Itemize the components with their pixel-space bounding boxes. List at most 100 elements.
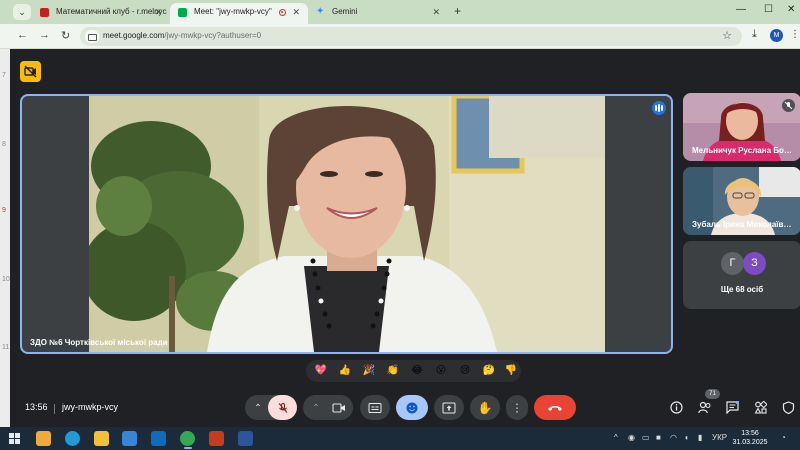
participant-video [89, 96, 605, 352]
heart-reaction[interactable]: 💖 [314, 364, 328, 378]
screen: ⌄ Математичний клуб - r.melnyc ✕ Meet: "… [0, 0, 800, 450]
windows-start-icon[interactable] [9, 433, 20, 444]
new-tab-button[interactable]: + [454, 4, 461, 18]
chevron-up-icon[interactable]: ^ [614, 433, 618, 442]
url-path: /jwy-mwkp-vcy?authuser=0 [164, 31, 262, 40]
leave-call-button[interactable] [534, 395, 576, 420]
chat-icon[interactable] [726, 401, 739, 414]
url-text: meet.google.com/jwy-mwkp-vcy?authuser=0 [103, 31, 261, 40]
minimize-button[interactable]: — [736, 4, 746, 15]
speaker-icon[interactable]: ◖ [684, 433, 689, 442]
windows-taskbar: ^ ◉ ▭ ■ ◠ ◖ ▮ УКР 13:56 31.03.2025 ◔ [0, 427, 800, 450]
chrome-icon[interactable] [180, 431, 195, 446]
present-button[interactable] [434, 395, 464, 420]
word-icon[interactable] [238, 431, 253, 446]
edge-icon[interactable] [65, 431, 80, 446]
participant-tile[interactable]: Мельничук Руслана Бо… [683, 93, 800, 161]
bookmark-star-icon[interactable]: ☆ [722, 29, 732, 42]
meet-icon [178, 8, 187, 17]
browser-toolbar: ← → ↻ meet.google.com/jwy-mwkp-vcy?authu… [0, 24, 800, 49]
captions-button[interactable] [360, 395, 390, 420]
warning-button[interactable] [20, 61, 41, 82]
tab-math-club[interactable]: Математичний клуб - r.melnyc ✕ [32, 3, 170, 24]
chevron-up-icon[interactable]: ⌃ [254, 402, 262, 413]
browser-menu-icon[interactable]: ⋮ [790, 29, 800, 40]
main-video-tile[interactable]: ЗДО №6 Чортківської міської ради [20, 94, 673, 354]
camera-button[interactable] [325, 395, 353, 420]
tray-app-icon[interactable]: ◉ [628, 433, 635, 442]
browser-tab-strip: ⌄ Математичний клуб - r.melnyc ✕ Meet: "… [0, 0, 800, 24]
captions-icon [368, 402, 382, 413]
system-clock[interactable]: 13:56 31.03.2025 [730, 429, 770, 447]
language-indicator[interactable]: УКР [712, 433, 727, 442]
clock-date: 31.03.2025 [732, 439, 768, 446]
chevron-up-icon[interactable]: ⌃ [312, 402, 320, 413]
tab-label: Gemini [332, 7, 358, 16]
party-reaction[interactable]: 🎉 [362, 364, 376, 378]
address-bar[interactable]: meet.google.com/jwy-mwkp-vcy?authuser=0 … [80, 27, 742, 46]
wifi-icon[interactable]: ◠ [670, 433, 677, 442]
file-explorer-icon[interactable] [94, 431, 109, 446]
line-number: 10 [2, 276, 10, 283]
camera-in-use-icon[interactable]: ■ [656, 433, 661, 442]
present-screen-icon [442, 402, 456, 413]
close-window-button[interactable]: ✕ [787, 4, 795, 15]
tab-gemini[interactable]: ✦ Gemini ✕ [308, 3, 448, 24]
clap-reaction[interactable]: 👏 [386, 364, 400, 378]
tab-label: Математичний клуб - r.melnyc [56, 7, 167, 16]
powerpoint-icon[interactable] [209, 431, 224, 446]
speaker-video-image [89, 96, 605, 352]
camera-icon [332, 402, 345, 413]
raise-hand-button[interactable]: ✋ [470, 395, 500, 420]
forward-button[interactable]: → [39, 29, 50, 41]
close-icon[interactable]: ✕ [432, 3, 440, 21]
maximize-button[interactable]: ☐ [764, 4, 773, 15]
battery-icon[interactable]: ▭ [642, 433, 650, 442]
thumbs-up-reaction[interactable]: 👍 [338, 364, 352, 378]
surprised-reaction[interactable]: 😮 [434, 364, 448, 378]
mic-icon[interactable]: ▮ [698, 433, 702, 442]
reload-button[interactable]: ↻ [61, 29, 70, 42]
download-icon[interactable]: ⤓ [752, 28, 757, 41]
camera-control-group: ⌃ [303, 395, 353, 420]
speaking-indicator-icon [652, 101, 666, 115]
activities-icon[interactable] [754, 401, 767, 414]
camera-off-icon [24, 65, 37, 78]
site-info-icon[interactable] [85, 30, 99, 43]
meeting-clock: 13:56 [25, 402, 48, 412]
outlook-icon[interactable] [151, 431, 166, 446]
participant-tile[interactable]: Зубаль Ірина Миколаїв… [683, 167, 800, 235]
notifications-bell-icon[interactable]: ◔ [781, 433, 786, 442]
others-tile[interactable]: Г З Ще 68 осіб [683, 241, 800, 309]
smiley-icon [406, 402, 418, 413]
tab-label: Meet: "jwy-mwkp-vcy" [194, 7, 272, 16]
reactions-bar: 💖 👍 🎉 👏 😂 😮 😢 🤔 👎 [306, 360, 521, 382]
close-icon[interactable]: ✕ [292, 3, 300, 21]
gemini-icon: ✦ [316, 6, 325, 17]
recording-indicator-icon [279, 9, 286, 16]
url-host: meet.google.com [103, 31, 165, 40]
mic-control-group: ⌃ [245, 395, 297, 420]
more-options-button[interactable]: ⋮ [506, 395, 528, 420]
laugh-reaction[interactable]: 😂 [410, 364, 424, 378]
host-controls-icon[interactable] [782, 401, 795, 414]
line-number: 11 [2, 344, 10, 351]
microsoft-store-icon[interactable] [122, 431, 137, 446]
sad-reaction[interactable]: 😢 [458, 364, 472, 378]
profile-avatar[interactable]: M [770, 29, 783, 42]
close-icon[interactable]: ✕ [154, 3, 162, 21]
mic-button[interactable] [268, 395, 297, 420]
mic-off-icon [782, 99, 795, 112]
line-number: 9 [2, 207, 6, 214]
reactions-button[interactable] [396, 395, 428, 420]
thumbs-down-reaction[interactable]: 👎 [504, 364, 518, 378]
hang-up-icon [548, 405, 562, 411]
back-button[interactable]: ← [17, 29, 28, 41]
thinking-reaction[interactable]: 🤔 [482, 364, 496, 378]
people-icon[interactable] [698, 401, 712, 414]
tab-meet[interactable]: Meet: "jwy-mwkp-vcy" ✕ [170, 3, 308, 24]
meeting-info-icon[interactable] [670, 401, 683, 414]
meet-stage: ЗДО №6 Чортківської міської ради Мельнич… [10, 49, 800, 427]
copilot-icon[interactable] [36, 431, 51, 446]
tab-search-button[interactable]: ⌄ [13, 4, 31, 20]
